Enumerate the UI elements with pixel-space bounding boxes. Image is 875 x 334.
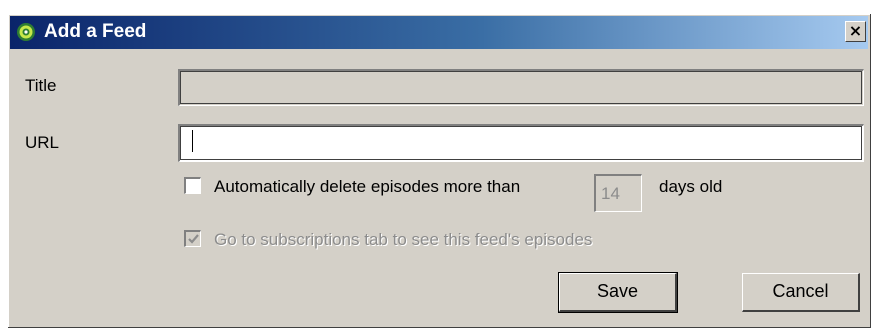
- auto-delete-checkbox[interactable]: [184, 177, 201, 194]
- url-field[interactable]: [178, 124, 864, 162]
- auto-delete-label: Automatically delete episodes more than: [214, 177, 521, 196]
- cancel-button[interactable]: Cancel: [742, 273, 860, 312]
- close-icon: ×: [848, 21, 863, 40]
- title-field[interactable]: [178, 69, 864, 106]
- goto-subscriptions-label: Go to subscriptions tab to see this feed…: [214, 230, 593, 249]
- cancel-button-label: Cancel: [772, 281, 829, 301]
- days-value: 14: [601, 184, 620, 203]
- save-button-label: Save: [596, 281, 639, 301]
- days-suffix-label: days old: [659, 177, 723, 196]
- save-button[interactable]: Save: [558, 272, 678, 313]
- days-input[interactable]: 14: [594, 174, 642, 212]
- title-bar[interactable]: Add a Feed ×: [10, 16, 868, 49]
- close-button[interactable]: ×: [845, 21, 866, 42]
- check-icon: [188, 234, 199, 244]
- add-feed-dialog: Add a Feed × Title URL Automatically del…: [8, 14, 871, 328]
- text-caret: [192, 130, 193, 152]
- feed-icon: [16, 22, 36, 42]
- url-label: URL: [25, 133, 60, 152]
- goto-subscriptions-checkbox[interactable]: [184, 230, 201, 247]
- title-label: Title: [25, 76, 57, 95]
- dialog-title: Add a Feed: [44, 21, 147, 42]
